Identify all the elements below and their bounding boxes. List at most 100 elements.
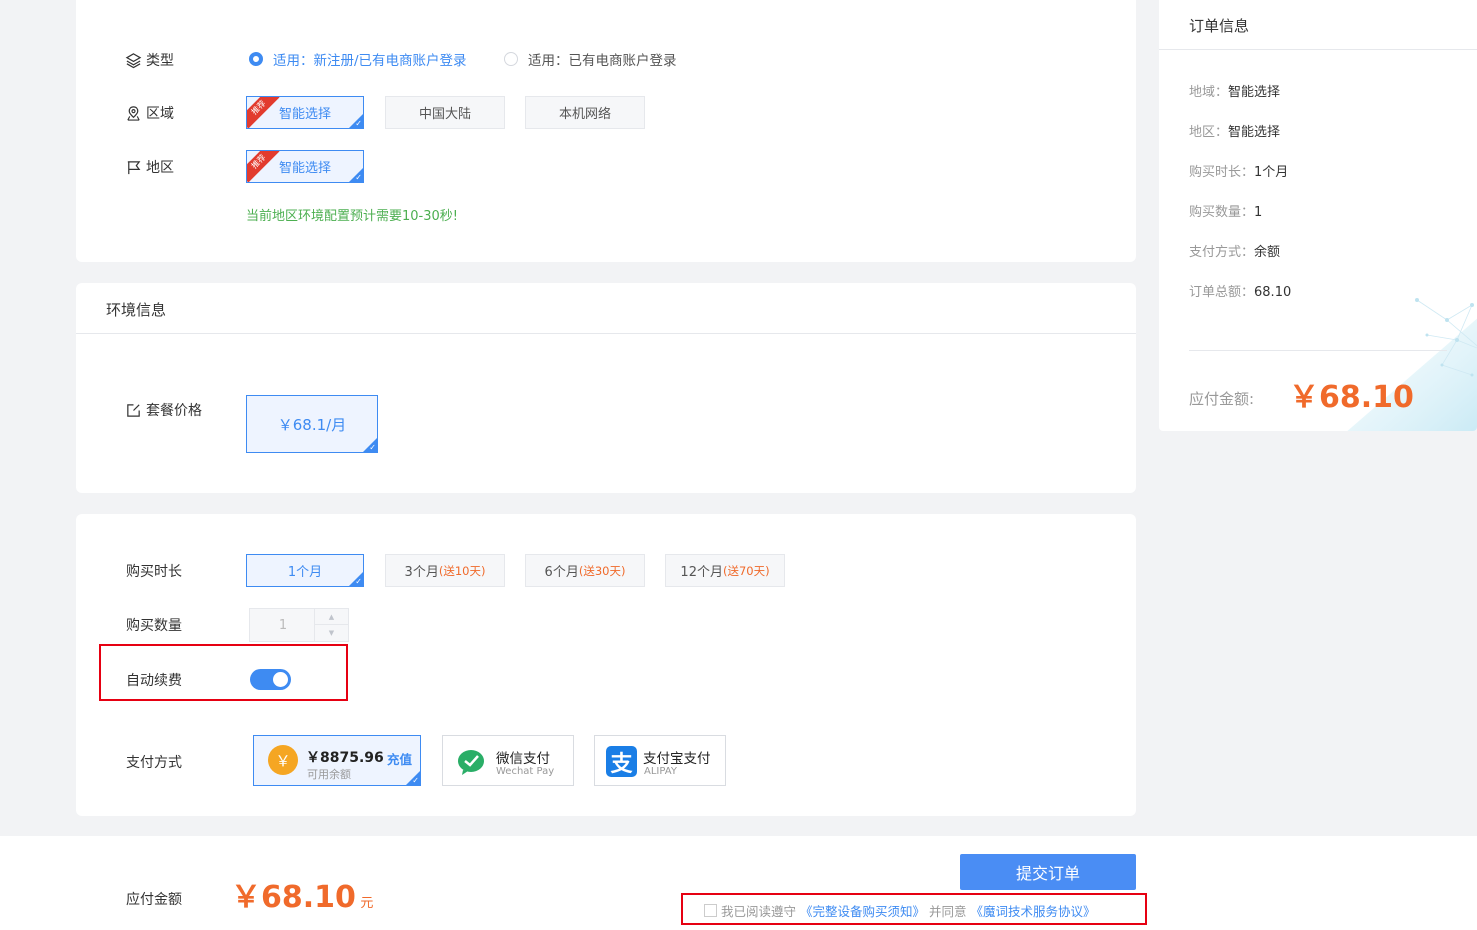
- check-icon: ✓: [355, 577, 362, 586]
- footer-amount-wrap: ￥68.10 元: [231, 872, 373, 916]
- pay-balance-option[interactable]: ￥ ￥8875.96 充值 可用余额 ✓: [253, 735, 421, 786]
- duration-gift: (送10天): [438, 563, 486, 578]
- agreement-checkbox[interactable]: [704, 904, 717, 917]
- alipay-icon: 支: [606, 746, 637, 777]
- region-label-row: 地区: [125, 157, 174, 177]
- recommend-badge: 推荐: [247, 151, 280, 182]
- zone-option-label: 智能选择: [278, 107, 331, 122]
- radio-checked-icon: [249, 52, 263, 66]
- pay-alipay-option[interactable]: 支 支付宝支付 ALIPAY: [594, 735, 726, 786]
- quantity-label: 购买数量: [126, 618, 182, 634]
- divider: [1159, 49, 1477, 50]
- zone-option-local[interactable]: 本机网络: [525, 96, 645, 129]
- duration-option-3m[interactable]: 3个月 (送10天): [385, 554, 505, 587]
- package-price: ￥68.1/月: [277, 415, 347, 434]
- region-option-smart[interactable]: 推荐 智能选择 ✓: [246, 150, 364, 183]
- order-info-panel: 订单信息 地域：智能选择 地区：智能选择 购买时长：1个月 购买数量：1 支付方…: [1159, 0, 1477, 431]
- wechat-sub: Wechat Pay: [496, 766, 555, 777]
- env-title: 环境信息: [106, 301, 167, 319]
- env-card: 环境信息: [76, 283, 1136, 493]
- duration-option-label: 3个月: [404, 565, 439, 580]
- wechat-icon: [458, 750, 484, 775]
- type-option-existing[interactable]: 适用：已有电商账户登录: [504, 49, 677, 69]
- stepper-arrows: ▲ ▼: [314, 609, 348, 641]
- alipay-sub: ALIPAY: [644, 766, 677, 777]
- recharge-link[interactable]: 充值: [387, 749, 412, 768]
- agreement-mid: 并同意: [929, 904, 967, 919]
- balance-amount: ￥8875.96: [306, 750, 384, 766]
- order-row-value: 余额: [1254, 245, 1281, 260]
- toggle-knob: [273, 672, 288, 687]
- footer-payable-label: 应付金额: [126, 892, 182, 908]
- payment-label: 支付方式: [126, 755, 182, 771]
- quantity-value: 1: [278, 617, 288, 633]
- type-label-row: 类型: [125, 50, 174, 70]
- service-agreement-link[interactable]: 《魔词技术服务协议》: [971, 901, 1096, 920]
- order-row: 订单总额：68.10: [1189, 281, 1291, 300]
- config-card: [76, 0, 1136, 262]
- duration-option-12m[interactable]: 12个月 (送70天): [665, 554, 785, 587]
- order-row-value: 智能选择: [1228, 85, 1281, 100]
- order-row: 购买数量：1: [1189, 201, 1262, 220]
- package-label: 套餐价格: [146, 403, 202, 419]
- duration-option-label: 6个月: [544, 565, 579, 580]
- duration-gift: (送30天): [578, 563, 626, 578]
- order-row-value: 68.10: [1254, 285, 1292, 300]
- zone-label-row: 区域: [125, 103, 174, 123]
- divider: [1189, 350, 1447, 351]
- check-icon: ✓: [355, 119, 362, 128]
- stepper-down-icon[interactable]: ▼: [315, 625, 348, 641]
- type-option-label: 适用：已有电商账户登录: [528, 53, 677, 69]
- zone-label: 区域: [146, 106, 174, 122]
- package-label-row: 套餐价格: [125, 400, 202, 420]
- order-row-key: 购买数量：: [1189, 205, 1255, 220]
- order-row-value: 智能选择: [1228, 125, 1281, 140]
- recommend-badge: 推荐: [247, 97, 280, 128]
- pay-wechat-option[interactable]: 微信支付 Wechat Pay: [442, 735, 574, 786]
- zone-option-label: 本机网络: [558, 107, 611, 122]
- check-icon: ✓: [412, 776, 419, 785]
- auto-renew-label: 自动续费: [126, 673, 182, 689]
- region-option-label: 智能选择: [278, 161, 331, 176]
- region-note: 当前地区环境配置预计需要10-30秒!: [246, 209, 458, 224]
- auto-renew-toggle[interactable]: [250, 669, 291, 690]
- type-label: 类型: [146, 53, 174, 69]
- alipay-name: 支付宝支付: [643, 751, 711, 767]
- zone-option-smart[interactable]: 推荐 智能选择 ✓: [246, 96, 364, 129]
- order-row: 地域：智能选择: [1189, 81, 1280, 100]
- purchase-notice-link[interactable]: 《完整设备购买须知》: [800, 901, 925, 920]
- order-row: 地区：智能选择: [1189, 121, 1280, 140]
- duration-option-label: 12个月: [680, 565, 723, 580]
- type-option-new-or-existing[interactable]: 适用：新注册/已有电商账户登录: [249, 49, 467, 69]
- check-icon: ✓: [355, 173, 362, 182]
- duration-label: 购买时长: [126, 564, 182, 580]
- duration-gift: (送70天): [722, 563, 770, 578]
- order-row-key: 购买时长：: [1189, 165, 1255, 180]
- type-option-label: 适用：新注册/已有电商账户登录: [273, 53, 467, 69]
- order-row-value: 1个月: [1254, 165, 1289, 180]
- order-row: 支付方式：余额: [1189, 241, 1280, 260]
- order-row-key: 订单总额：: [1189, 285, 1255, 300]
- order-payable-amount: ￥68.10: [1289, 380, 1414, 415]
- layers-icon: [125, 52, 142, 68]
- package-price-option[interactable]: ￥68.1/月 ✓: [246, 395, 378, 453]
- yuan-coin-icon: ￥: [268, 745, 298, 775]
- map-pin-icon: [127, 105, 140, 121]
- submit-order-button[interactable]: 提交订单: [960, 854, 1136, 890]
- quantity-stepper[interactable]: 1 ▲ ▼: [249, 608, 349, 642]
- duration-option-6m[interactable]: 6个月 (送30天): [525, 554, 645, 587]
- duration-option-1m[interactable]: 1个月 ✓: [246, 554, 364, 587]
- order-row: 购买时长：1个月: [1189, 161, 1288, 180]
- divider: [76, 333, 1136, 334]
- edit-icon: [127, 403, 140, 417]
- agreement-row: 我已阅读遵守 《完整设备购买须知》 并同意 《魔词技术服务协议》: [704, 901, 1096, 920]
- order-row-key: 地域：: [1189, 85, 1229, 100]
- footer-amount: ￥68.10: [231, 880, 356, 915]
- footer-amount-unit: 元: [360, 896, 374, 911]
- zone-option-mainland[interactable]: 中国大陆: [385, 96, 505, 129]
- order-payable-label: 应付金额:: [1189, 390, 1255, 408]
- duration-option-label: 1个月: [287, 565, 323, 580]
- check-icon: ✓: [369, 443, 376, 452]
- order-title: 订单信息: [1189, 17, 1250, 35]
- stepper-up-icon[interactable]: ▲: [315, 609, 348, 625]
